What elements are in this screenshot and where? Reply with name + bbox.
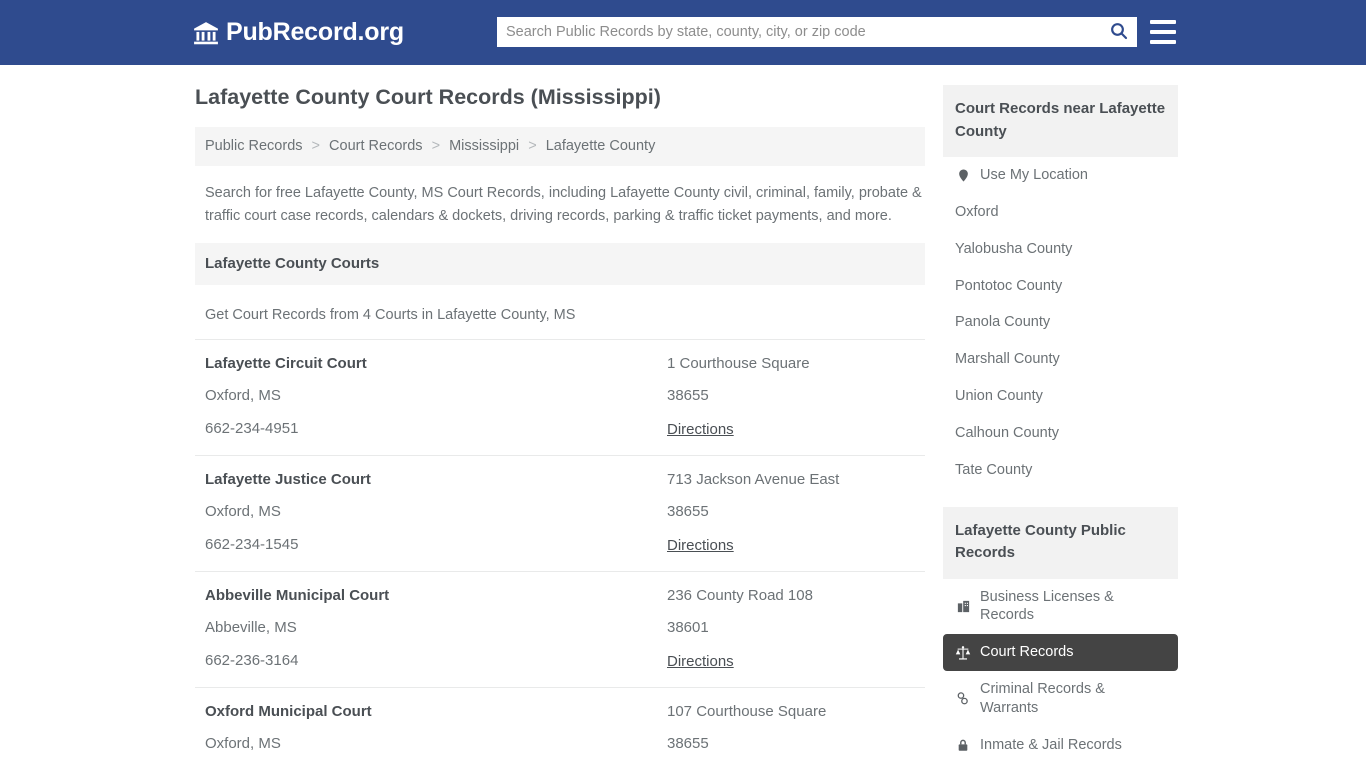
- sidebar-item-marriage-divorce-records[interactable]: Marriage & Divorce Records: [943, 764, 1178, 768]
- sidebar-item-label: Calhoun County: [955, 424, 1059, 441]
- court-address: 713 Jackson Avenue East: [667, 470, 840, 488]
- sidebar-item-label: Oxford: [955, 203, 999, 220]
- sidebar-item-label: Criminal Records & Warrants: [980, 681, 1105, 716]
- map-pin-icon: [955, 167, 971, 183]
- sidebar-item-pontotoc-county[interactable]: Pontotoc County: [943, 268, 1178, 305]
- courts-section-note: Get Court Records from 4 Courts in Lafay…: [205, 306, 576, 323]
- directions-link[interactable]: Directions: [667, 653, 734, 670]
- sidebar-item-label: Business Licenses & Records: [980, 588, 1114, 624]
- search-bar: [497, 17, 1137, 47]
- court-info: Abbeville Municipal Court Abbeville, MS …: [205, 586, 667, 671]
- directions-link[interactable]: Directions: [667, 537, 734, 554]
- court-address-block: 713 Jackson Avenue East 38655 Directions: [667, 470, 915, 555]
- scales-of-justice-icon: [955, 645, 971, 661]
- sidebar-nearby-heading: Court Records near Lafayette County: [943, 85, 1178, 157]
- briefcase-icon: [955, 598, 971, 614]
- sidebar-item-label: Pontotoc County: [955, 277, 1063, 294]
- breadcrumb-item-lafayette-county[interactable]: Lafayette County: [546, 138, 656, 154]
- sidebar-item-calhoun-county[interactable]: Calhoun County: [943, 415, 1178, 452]
- court-city: Oxford, MS: [205, 735, 281, 753]
- court-zip: 38601: [667, 619, 709, 637]
- page-title: Lafayette County Court Records (Mississi…: [195, 85, 661, 109]
- court-city: Abbeville, MS: [205, 619, 297, 637]
- breadcrumb-item-court-records[interactable]: Court Records: [329, 138, 422, 154]
- court-city: Oxford, MS: [205, 503, 281, 521]
- directions-link[interactable]: Directions: [667, 421, 734, 438]
- sidebar-public-records-heading: Lafayette County Public Records: [943, 506, 1178, 579]
- sidebar-item-union-county[interactable]: Union County: [943, 378, 1178, 415]
- site-logo[interactable]: PubRecord.org: [193, 20, 404, 46]
- breadcrumb-separator: >: [311, 137, 321, 154]
- breadcrumb-item-public-records[interactable]: Public Records: [205, 138, 303, 154]
- hamburger-bar: [1150, 20, 1176, 24]
- main-content: Lafayette County Court Records (Mississi…: [195, 85, 925, 768]
- table-row: Oxford Municipal Court Oxford, MS 662-23…: [195, 686, 925, 768]
- hamburger-bar: [1150, 30, 1176, 34]
- court-address: 1 Courthouse Square: [667, 354, 810, 372]
- sidebar-item-label: Union County: [955, 388, 1043, 405]
- sidebar-item-business-licenses[interactable]: Business Licenses & Records: [943, 579, 1178, 635]
- sidebar-item-label: Tate County: [955, 461, 1033, 478]
- court-address-block: 107 Courthouse Square 38655 Directions: [667, 702, 915, 768]
- courts-section-heading: Lafayette County Courts: [195, 242, 925, 285]
- court-name: Oxford Municipal Court: [205, 702, 372, 720]
- site-header: PubRecord.org: [0, 0, 1366, 65]
- court-zip: 38655: [667, 735, 709, 753]
- sidebar-item-label: Marshall County: [955, 351, 1060, 368]
- bank-building-icon: [193, 20, 219, 46]
- sidebar-public-records-list: Business Licenses & Records Court Record…: [943, 579, 1178, 768]
- sidebar-item-yalobusha-county[interactable]: Yalobusha County: [943, 231, 1178, 268]
- page-intro-text: Search for free Lafayette County, MS Cou…: [205, 184, 922, 225]
- site-logo-text: PubRecord.org: [226, 18, 404, 46]
- table-row: Lafayette Circuit Court Oxford, MS 662-2…: [195, 338, 925, 455]
- court-address: 107 Courthouse Square: [667, 702, 827, 720]
- court-info: Lafayette Justice Court Oxford, MS 662-2…: [205, 470, 667, 555]
- court-phone: 662-236-3164: [205, 651, 299, 669]
- sidebar-item-tate-county[interactable]: Tate County: [943, 452, 1178, 489]
- sidebar-item-label: Panola County: [955, 314, 1051, 331]
- court-address-block: 1 Courthouse Square 38655 Directions: [667, 354, 915, 439]
- breadcrumb-separator: >: [431, 137, 441, 154]
- sidebar-item-label: Yalobusha County: [955, 240, 1073, 257]
- sidebar-item-label: Inmate & Jail Records: [980, 736, 1122, 753]
- sidebar: Court Records near Lafayette County Use …: [943, 85, 1178, 768]
- court-name: Abbeville Municipal Court: [205, 586, 390, 604]
- court-zip: 38655: [667, 503, 709, 521]
- breadcrumb-item-mississippi[interactable]: Mississippi: [449, 138, 519, 154]
- court-phone: 662-234-1545: [205, 535, 299, 553]
- court-name: Lafayette Justice Court: [205, 470, 371, 488]
- hamburger-bar: [1150, 40, 1176, 44]
- sidebar-item-label: Court Records: [980, 644, 1074, 661]
- search-input[interactable]: [497, 17, 1101, 47]
- sidebar-item-court-records[interactable]: Court Records: [943, 634, 1178, 672]
- sidebar-nearby-list: Use My Location Oxford Yalobusha County …: [943, 157, 1178, 489]
- sidebar-item-panola-county[interactable]: Panola County: [943, 304, 1178, 341]
- sidebar-item-inmate-jail-records[interactable]: Inmate & Jail Records: [943, 727, 1178, 764]
- breadcrumb: Public Records > Court Records > Mississ…: [195, 126, 925, 166]
- court-address: 236 County Road 108: [667, 586, 813, 604]
- handcuffs-icon: [955, 691, 971, 707]
- court-info: Oxford Municipal Court Oxford, MS 662-23…: [205, 702, 667, 768]
- breadcrumb-separator: >: [528, 137, 537, 154]
- court-info: Lafayette Circuit Court Oxford, MS 662-2…: [205, 354, 667, 439]
- table-row: Abbeville Municipal Court Abbeville, MS …: [195, 570, 925, 687]
- sidebar-item-use-my-location[interactable]: Use My Location: [943, 157, 1178, 194]
- court-phone: 662-234-4951: [205, 419, 299, 437]
- hamburger-menu-icon[interactable]: [1150, 20, 1176, 44]
- page-body: Lafayette County Court Records (Mississi…: [0, 65, 1366, 768]
- sidebar-item-criminal-records[interactable]: Criminal Records & Warrants: [943, 671, 1178, 727]
- sidebar-item-oxford[interactable]: Oxford: [943, 194, 1178, 231]
- court-city: Oxford, MS: [205, 387, 281, 405]
- court-name: Lafayette Circuit Court: [205, 354, 367, 372]
- table-row: Lafayette Justice Court Oxford, MS 662-2…: [195, 454, 925, 571]
- lock-icon: [955, 737, 971, 753]
- sidebar-item-marshall-county[interactable]: Marshall County: [943, 341, 1178, 378]
- court-zip: 38655: [667, 387, 709, 405]
- court-address-block: 236 County Road 108 38601 Directions: [667, 586, 915, 671]
- sidebar-item-label: Use My Location: [980, 167, 1088, 183]
- search-icon: [1109, 21, 1129, 44]
- search-button[interactable]: [1101, 17, 1137, 47]
